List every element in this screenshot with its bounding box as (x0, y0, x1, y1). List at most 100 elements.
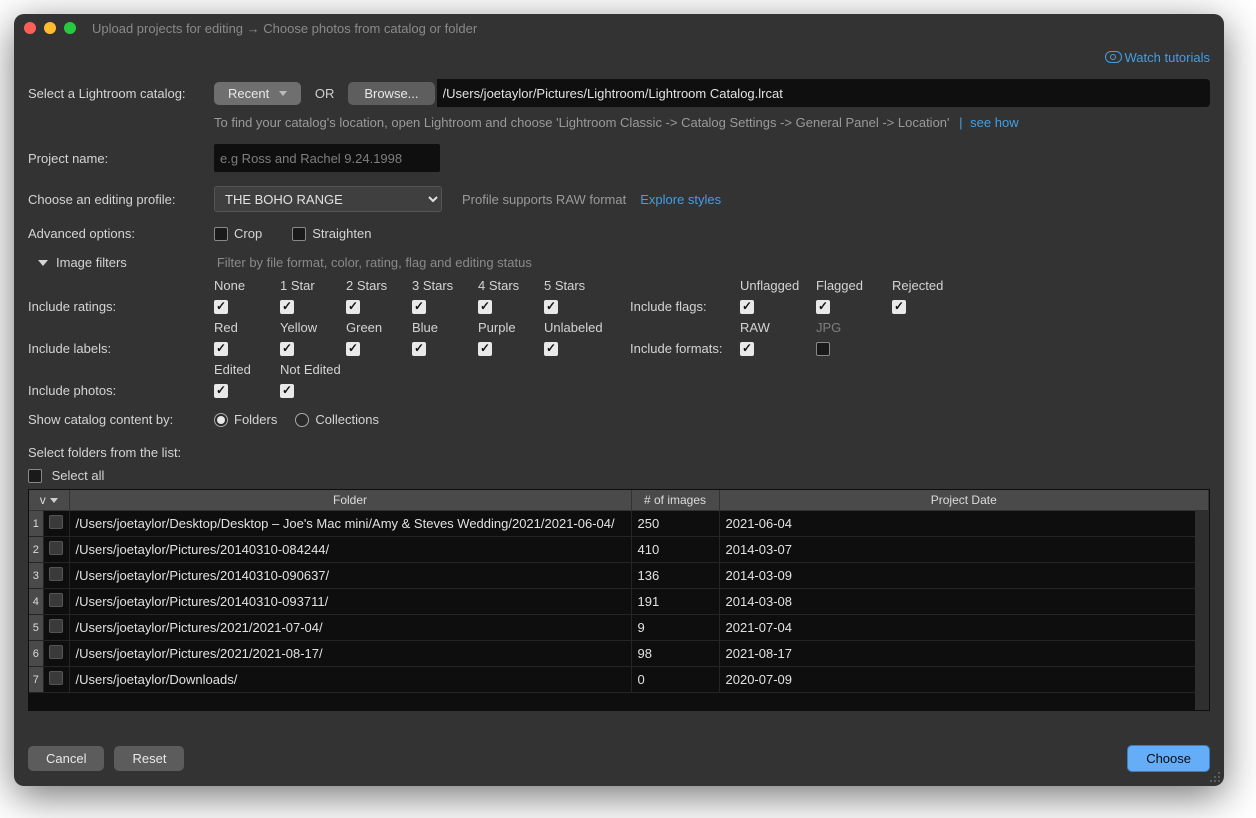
folders-radio[interactable] (214, 413, 228, 427)
filter-checkbox[interactable] (280, 342, 294, 356)
filter-checkbox[interactable] (892, 300, 906, 314)
chevron-down-icon (279, 91, 287, 96)
table-row[interactable]: 2/Users/joetaylor/Pictures/20140310-0842… (29, 537, 1209, 563)
choose-button[interactable]: Choose (1127, 745, 1210, 772)
include-flags-label: Include flags: (630, 299, 740, 314)
browse-button[interactable]: Browse... (348, 82, 434, 105)
include-ratings-label: Include ratings: (28, 299, 214, 314)
sort-header[interactable]: v (29, 490, 69, 511)
profile-label: Choose an editing profile: (28, 192, 214, 207)
row-index: 4 (29, 589, 43, 615)
straighten-label: Straighten (312, 226, 371, 241)
row-checkbox[interactable] (49, 567, 63, 581)
watch-tutorials-link[interactable]: Watch tutorials (1105, 50, 1211, 65)
filter-col-label: Flagged (816, 278, 892, 293)
table-row[interactable]: 6/Users/joetaylor/Pictures/2021/2021-08-… (29, 641, 1209, 667)
row-images: 410 (631, 537, 719, 563)
row-checkbox[interactable] (49, 671, 63, 685)
project-name-label: Project name: (28, 151, 214, 166)
row-date: 2020-07-09 (719, 667, 1209, 693)
select-all-label: Select all (52, 468, 105, 483)
row-index: 2 (29, 537, 43, 563)
minimize-icon[interactable] (44, 22, 56, 34)
filter-checkbox[interactable] (478, 342, 492, 356)
maximize-icon[interactable] (64, 22, 76, 34)
show-catalog-label: Show catalog content by: (28, 412, 214, 427)
table-row[interactable]: 3/Users/joetaylor/Pictures/20140310-0906… (29, 563, 1209, 589)
row-index: 3 (29, 563, 43, 589)
close-icon[interactable] (24, 22, 36, 34)
reset-button[interactable]: Reset (114, 746, 184, 771)
filter-col-label: 4 Stars (478, 278, 544, 293)
recent-label: Recent (228, 86, 269, 101)
row-checkbox[interactable] (49, 619, 63, 633)
filter-checkbox[interactable] (412, 300, 426, 314)
filters-hint: Filter by file format, color, rating, fl… (217, 255, 532, 270)
filter-checkbox[interactable] (346, 300, 360, 314)
row-checkbox[interactable] (49, 645, 63, 659)
filter-col-label: Red (214, 320, 280, 335)
location-hint: To find your catalog's location, open Li… (214, 115, 950, 130)
filter-checkbox[interactable] (544, 342, 558, 356)
collections-label: Collections (315, 412, 379, 427)
row-images: 0 (631, 667, 719, 693)
recent-button[interactable]: Recent (214, 82, 301, 105)
catalog-path-input[interactable] (437, 79, 1210, 107)
table-row[interactable]: 4/Users/joetaylor/Pictures/20140310-0937… (29, 589, 1209, 615)
row-images: 9 (631, 615, 719, 641)
filter-col-label: RAW (740, 320, 816, 335)
filter-checkbox[interactable] (740, 342, 754, 356)
row-folder: /Users/joetaylor/Pictures/20140310-09063… (69, 563, 631, 589)
folders-label: Folders (234, 412, 277, 427)
table-scrollbar[interactable] (1195, 510, 1209, 710)
row-index: 1 (29, 511, 43, 537)
image-filters-toggle[interactable]: Image filters Filter by file format, col… (28, 255, 1210, 270)
filter-checkbox[interactable] (740, 300, 754, 314)
filter-checkbox[interactable] (816, 300, 830, 314)
row-folder: /Users/joetaylor/Pictures/20140310-09371… (69, 589, 631, 615)
row-checkbox[interactable] (49, 515, 63, 529)
filter-checkbox[interactable] (346, 342, 360, 356)
filter-col-label: 5 Stars (544, 278, 610, 293)
app-window: Upload projects for editing → Choose pho… (14, 14, 1224, 786)
row-date: 2021-06-04 (719, 511, 1209, 537)
filter-checkbox[interactable] (214, 342, 228, 356)
filter-checkbox[interactable] (544, 300, 558, 314)
row-date: 2014-03-09 (719, 563, 1209, 589)
eye-icon (1105, 51, 1122, 63)
filter-col-label: 3 Stars (412, 278, 478, 293)
project-name-input[interactable] (214, 144, 440, 172)
row-folder: /Users/joetaylor/Downloads/ (69, 667, 631, 693)
filter-checkbox[interactable] (214, 384, 228, 398)
filter-checkbox[interactable] (214, 300, 228, 314)
profile-select[interactable]: THE BOHO RANGE (214, 186, 442, 212)
filter-col-label: Green (346, 320, 412, 335)
table-row[interactable]: 7/Users/joetaylor/Downloads/02020-07-09 (29, 667, 1209, 693)
see-how-link[interactable]: see how (970, 115, 1018, 130)
explore-styles-link[interactable]: Explore styles (640, 192, 721, 207)
filter-col-label: Unflagged (740, 278, 816, 293)
row-date: 2021-07-04 (719, 615, 1209, 641)
image-filters-label: Image filters (56, 255, 127, 270)
date-header[interactable]: Project Date (719, 490, 1209, 511)
folder-header[interactable]: Folder (69, 490, 631, 511)
filter-checkbox[interactable] (412, 342, 426, 356)
collections-radio[interactable] (295, 413, 309, 427)
select-all-checkbox[interactable] (28, 469, 42, 483)
table-row[interactable]: 5/Users/joetaylor/Pictures/2021/2021-07-… (29, 615, 1209, 641)
table-row[interactable]: 1/Users/joetaylor/Desktop/Desktop – Joe'… (29, 511, 1209, 537)
resize-grip-icon[interactable] (1208, 770, 1220, 782)
row-images: 250 (631, 511, 719, 537)
filter-checkbox[interactable] (280, 300, 294, 314)
row-checkbox[interactable] (49, 593, 63, 607)
chevron-down-icon (38, 260, 48, 266)
row-checkbox[interactable] (49, 541, 63, 555)
filter-checkbox[interactable] (478, 300, 492, 314)
straighten-checkbox[interactable] (292, 227, 306, 241)
filter-checkbox[interactable] (280, 384, 294, 398)
images-header[interactable]: # of images (631, 490, 719, 511)
filter-col-label: Rejected (892, 278, 968, 293)
filter-checkbox[interactable] (816, 342, 830, 356)
cancel-button[interactable]: Cancel (28, 746, 104, 771)
crop-checkbox[interactable] (214, 227, 228, 241)
